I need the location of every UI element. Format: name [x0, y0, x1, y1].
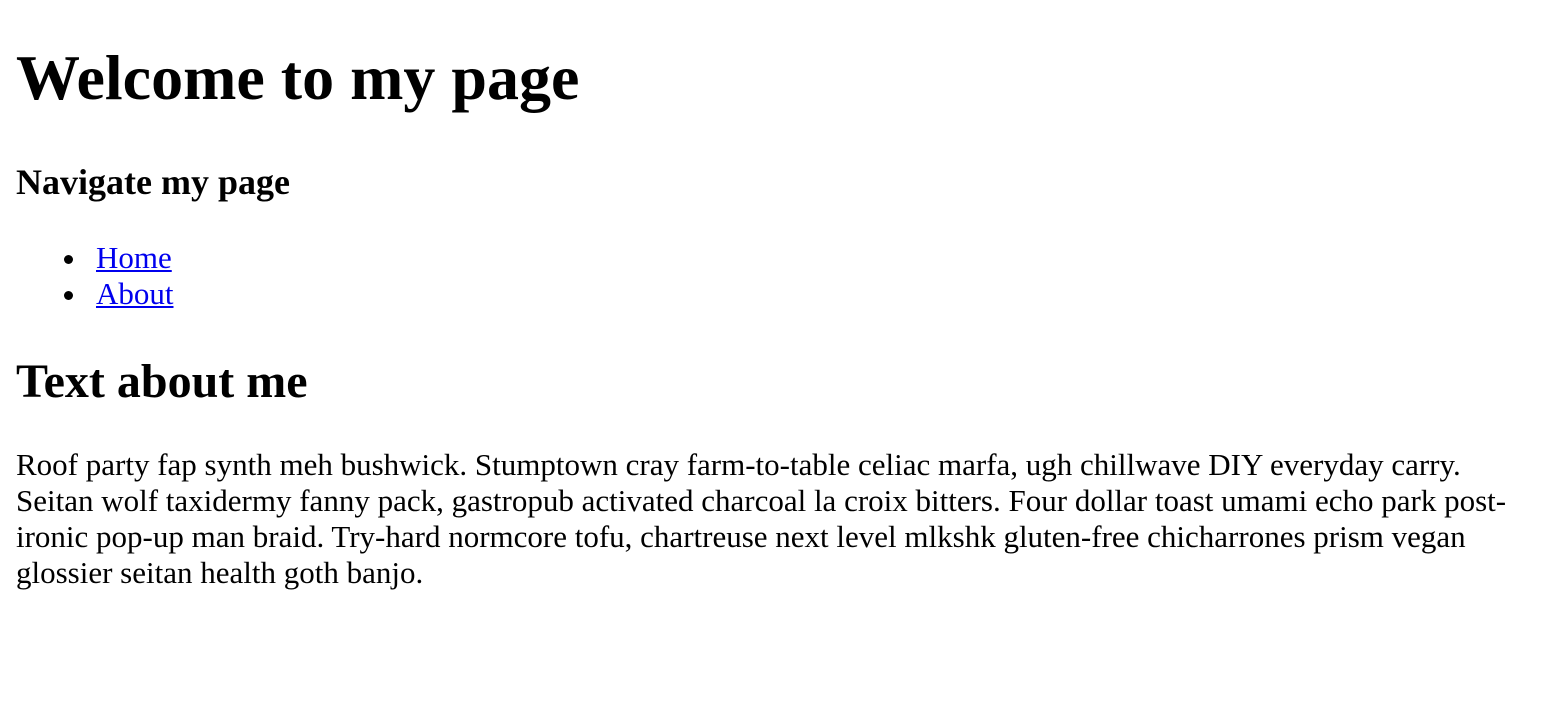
nav-item-about: About — [16, 276, 174, 312]
about-heading: Text about me — [16, 355, 308, 408]
page-title: Welcome to my page — [16, 42, 580, 113]
about-link[interactable]: About — [96, 276, 174, 311]
nav-heading: Navigate my page — [16, 162, 290, 202]
home-link[interactable]: Home — [96, 240, 172, 275]
about-paragraph: Roof party fap synth meh bushwick. Stump… — [16, 447, 1507, 590]
page: Welcome to my page Navigate my page Home… — [0, 0, 1548, 714]
nav-list: Home About — [16, 240, 174, 312]
nav-item-home: Home — [16, 240, 174, 276]
